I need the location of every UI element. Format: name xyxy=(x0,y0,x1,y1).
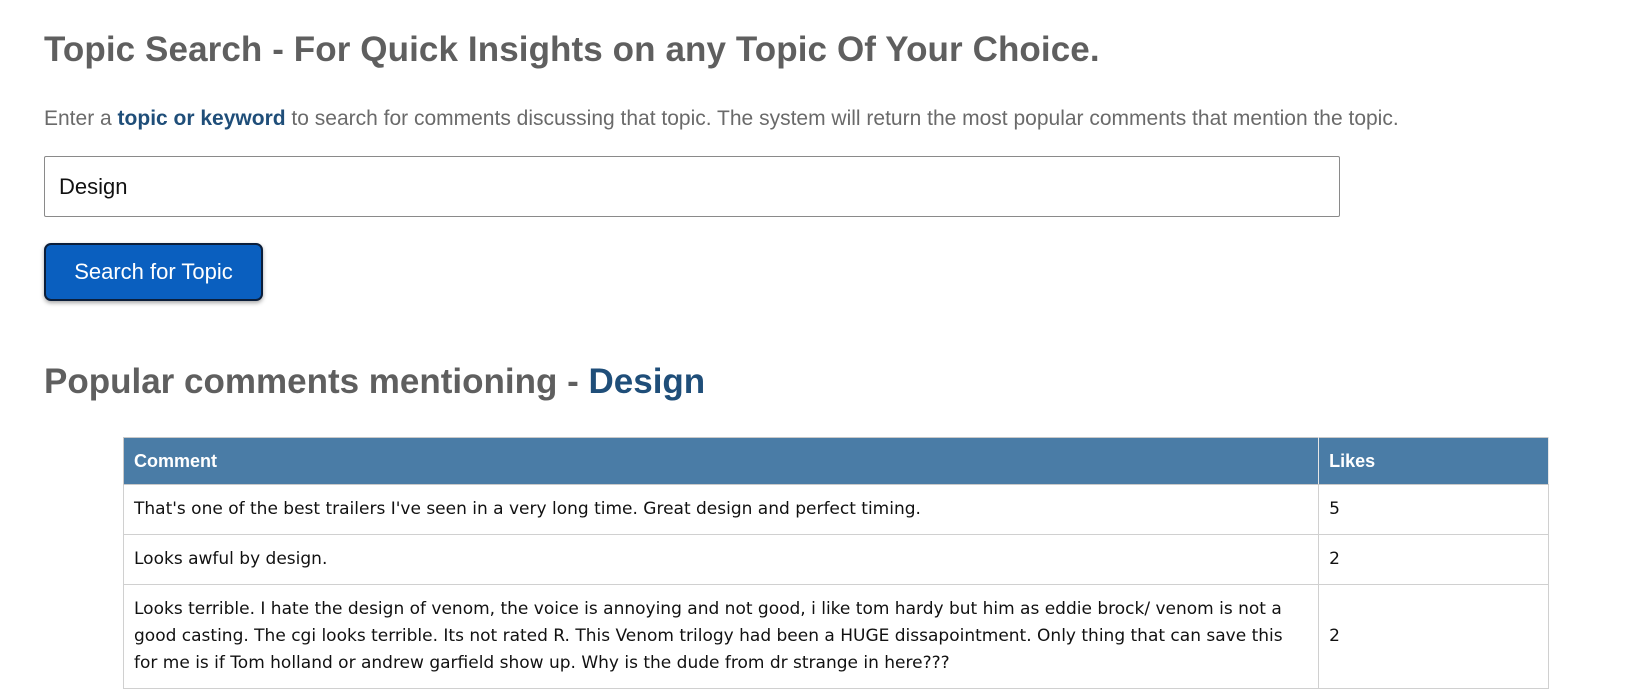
results-heading: Popular comments mentioning - Design xyxy=(44,362,705,402)
likes-cell: 2 xyxy=(1318,584,1549,689)
page-title: Topic Search - For Quick Insights on any… xyxy=(44,30,1100,69)
intro-keyword: topic or keyword xyxy=(117,107,286,130)
table-header-row: Comment Likes xyxy=(122,437,1549,485)
likes-cell: 2 xyxy=(1318,534,1549,585)
comment-cell: Looks awful by design. xyxy=(122,534,1320,585)
search-for-topic-button[interactable]: Search for Topic xyxy=(44,243,263,301)
likes-cell: 5 xyxy=(1318,484,1549,535)
table-row: Looks terrible. I hate the design of ven… xyxy=(122,584,1549,689)
results-table: Comment Likes That's one of the best tra… xyxy=(122,437,1549,689)
intro-text: Enter a topic or keyword to search for c… xyxy=(44,107,1399,131)
comment-cell: That's one of the best trailers I've see… xyxy=(122,484,1320,535)
intro-suffix: to search for comments discussing that t… xyxy=(285,107,1399,130)
table-row: Looks awful by design. 2 xyxy=(122,534,1549,585)
topic-search-input[interactable] xyxy=(44,156,1340,217)
table-row: That's one of the best trailers I've see… xyxy=(122,484,1549,535)
results-heading-prefix: Popular comments mentioning - xyxy=(44,362,589,401)
page: Topic Search - For Quick Insights on any… xyxy=(0,0,1636,692)
column-header-likes: Likes xyxy=(1318,437,1549,485)
column-header-comment: Comment xyxy=(122,437,1320,485)
results-heading-topic: Design xyxy=(588,362,706,401)
intro-prefix: Enter a xyxy=(44,107,118,130)
comment-cell: Looks terrible. I hate the design of ven… xyxy=(122,584,1320,689)
